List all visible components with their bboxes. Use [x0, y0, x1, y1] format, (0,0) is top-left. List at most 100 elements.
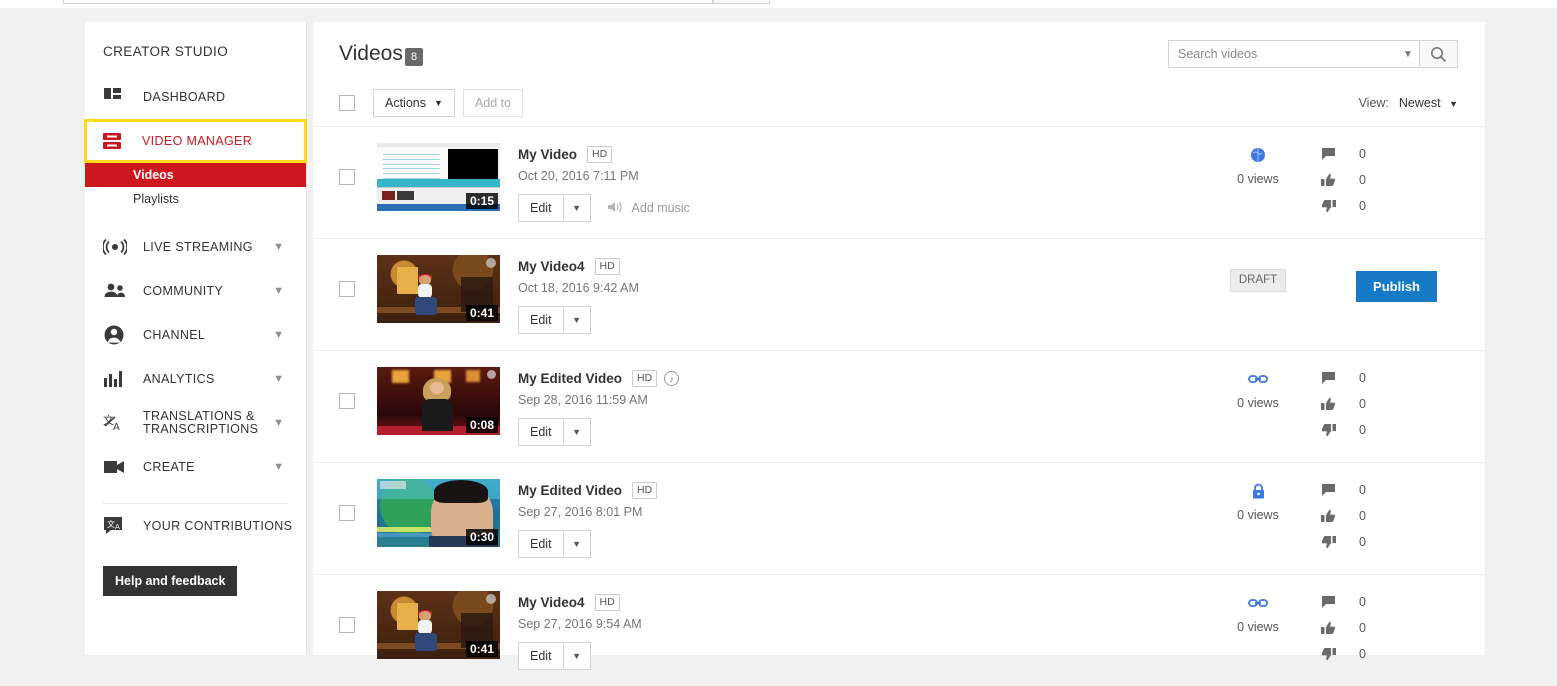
row-checkbox[interactable]: [339, 393, 355, 409]
hd-badge: HD: [594, 594, 620, 611]
privacy-column: 0 views: [1203, 481, 1313, 522]
chevron-down-icon: ▼: [434, 98, 443, 108]
chevron-down-icon[interactable]: ▼: [273, 417, 284, 429]
hd-badge: HD: [632, 370, 658, 387]
sidebar-subitem-label: Playlists: [133, 192, 179, 206]
add-music-label: Add music: [631, 201, 690, 215]
cut-off-button-box: [713, 0, 770, 4]
sidebar-item-dashboard[interactable]: DASHBOARD: [85, 75, 306, 119]
search-button[interactable]: [1419, 41, 1457, 67]
hd-badge: HD: [587, 146, 613, 163]
create-icon: [103, 456, 129, 478]
help-and-feedback-button[interactable]: Help and feedback: [103, 566, 238, 596]
row-checkbox[interactable]: [339, 169, 355, 185]
add-to-label: Add to: [474, 96, 512, 110]
video-duration: 0:41: [465, 305, 498, 321]
view-label: View:: [1358, 96, 1389, 110]
thumbs-down-icon: [1317, 423, 1339, 437]
sidebar-subitem-playlists[interactable]: Playlists: [85, 187, 306, 211]
sidebar-item-live-streaming[interactable]: LIVE STREAMING ▼: [85, 225, 306, 269]
view-sort-dropdown[interactable]: Newest ▼: [1399, 96, 1458, 110]
sidebar-item-video-manager[interactable]: VIDEO MANAGER: [84, 119, 307, 163]
video-title[interactable]: My Video: [518, 147, 577, 162]
edit-button[interactable]: Edit: [518, 642, 563, 670]
search-filter-caret-icon[interactable]: ▼: [1397, 41, 1419, 67]
table-row[interactable]: 0:15 My Video HD Oct 20, 2016 7:11 PM Ed…: [313, 126, 1485, 238]
chevron-down-icon[interactable]: ▼: [273, 285, 284, 297]
globe-icon[interactable]: [1203, 145, 1313, 165]
chevron-down-icon[interactable]: ▼: [273, 461, 284, 473]
sidebar-item-community[interactable]: COMMUNITY ▼: [85, 269, 306, 313]
sidebar-item-analytics[interactable]: ANALYTICS ▼: [85, 357, 306, 401]
video-thumbnail[interactable]: 0:41: [377, 255, 500, 323]
thumbs-up-icon: [1317, 509, 1339, 523]
chevron-down-icon[interactable]: ▼: [273, 373, 284, 385]
dislike-count: 0: [1359, 423, 1366, 437]
status-badge: DRAFT: [1229, 269, 1287, 292]
video-manager-icon: [102, 130, 128, 152]
dislike-count: 0: [1359, 199, 1366, 213]
sidebar-item-your-contributions[interactable]: 文A YOUR CONTRIBUTIONS: [85, 504, 306, 548]
view-count: 0 views: [1237, 396, 1279, 410]
video-title[interactable]: My Edited Video: [518, 483, 622, 498]
publish-button[interactable]: Publish: [1356, 271, 1437, 302]
sidebar-item-label: DASHBOARD: [143, 89, 226, 104]
actions-label: Actions: [385, 96, 426, 110]
creator-studio-title: CREATOR STUDIO: [103, 44, 229, 59]
video-thumbnail[interactable]: 0:08: [377, 367, 500, 435]
edit-button[interactable]: Edit: [518, 418, 563, 446]
sidebar-subitem-videos[interactable]: Videos: [85, 163, 306, 187]
dashboard-icon: [103, 86, 129, 108]
video-title[interactable]: My Edited Video: [518, 371, 622, 386]
lock-icon[interactable]: [1203, 481, 1313, 501]
select-all-checkbox[interactable]: [339, 95, 355, 111]
sidebar-item-label: CREATE: [143, 459, 195, 474]
table-row[interactable]: 0:41 My Video4 HD Oct 18, 2016 9:42 AM E…: [313, 238, 1485, 350]
sidebar-item-create[interactable]: CREATE ▼: [85, 445, 306, 489]
row-checkbox[interactable]: [339, 281, 355, 297]
video-date: Oct 20, 2016 7:11 PM: [518, 169, 639, 183]
row-checkbox[interactable]: [339, 617, 355, 633]
search-input[interactable]: [1169, 41, 1397, 67]
chevron-down-icon[interactable]: ▼: [273, 241, 284, 253]
row-checkbox[interactable]: [339, 505, 355, 521]
hd-badge: HD: [594, 258, 620, 275]
stats-column: 0 0 0: [1317, 477, 1467, 555]
link-icon[interactable]: [1203, 369, 1313, 389]
svg-text:文: 文: [107, 519, 115, 529]
edit-dropdown-caret-icon[interactable]: ▼: [562, 642, 591, 670]
like-count: 0: [1359, 173, 1366, 187]
edit-dropdown-caret-icon[interactable]: ▼: [562, 418, 591, 446]
video-thumbnail[interactable]: 0:41: [377, 591, 500, 659]
thumbs-up-icon: [1317, 173, 1339, 187]
sidebar-item-label: VIDEO MANAGER: [142, 133, 253, 148]
stats-column: 0 0 0: [1317, 589, 1467, 667]
comment-count: 0: [1359, 371, 1366, 385]
link-icon[interactable]: [1203, 593, 1313, 613]
sidebar-item-channel[interactable]: CHANNEL ▼: [85, 313, 306, 357]
table-row[interactable]: 0:30 My Edited Video HD Sep 27, 2016 8:0…: [313, 462, 1485, 574]
add-to-button[interactable]: Add to: [462, 89, 524, 117]
edit-dropdown-caret-icon[interactable]: ▼: [562, 530, 591, 558]
sidebar-item-translations[interactable]: 文A TRANSLATIONS & TRANSCRIPTIONS ▼: [85, 401, 306, 445]
page-title: Videos: [339, 42, 403, 65]
add-music-button[interactable]: Add music: [607, 200, 690, 217]
sidebar-item-label: ANALYTICS: [143, 371, 215, 386]
video-title[interactable]: My Video4: [518, 595, 585, 610]
edit-dropdown-caret-icon[interactable]: ▼: [562, 194, 591, 222]
video-thumbnail[interactable]: 0:30: [377, 479, 500, 547]
video-date: Sep 27, 2016 9:54 AM: [518, 617, 642, 631]
video-title[interactable]: My Video4: [518, 259, 585, 274]
video-meta: My Video4 HD Sep 27, 2016 9:54 AM Edit ▼: [518, 591, 642, 670]
edit-dropdown-caret-icon[interactable]: ▼: [562, 306, 591, 334]
video-thumbnail[interactable]: 0:15: [377, 143, 500, 211]
main-content: Videos 8 ▼ Actions ▼ Add to View:: [313, 22, 1485, 670]
edit-button[interactable]: Edit: [518, 530, 563, 558]
actions-button[interactable]: Actions ▼: [373, 89, 455, 117]
video-date: Oct 18, 2016 9:42 AM: [518, 281, 639, 295]
chevron-down-icon[interactable]: ▼: [273, 329, 284, 341]
edit-button[interactable]: Edit: [518, 194, 563, 222]
table-row[interactable]: 0:41 My Video4 HD Sep 27, 2016 9:54 AM E…: [313, 574, 1485, 686]
edit-button[interactable]: Edit: [518, 306, 563, 334]
table-row[interactable]: 0:08 My Edited Video HD ♪ Sep 28, 2016 1…: [313, 350, 1485, 462]
